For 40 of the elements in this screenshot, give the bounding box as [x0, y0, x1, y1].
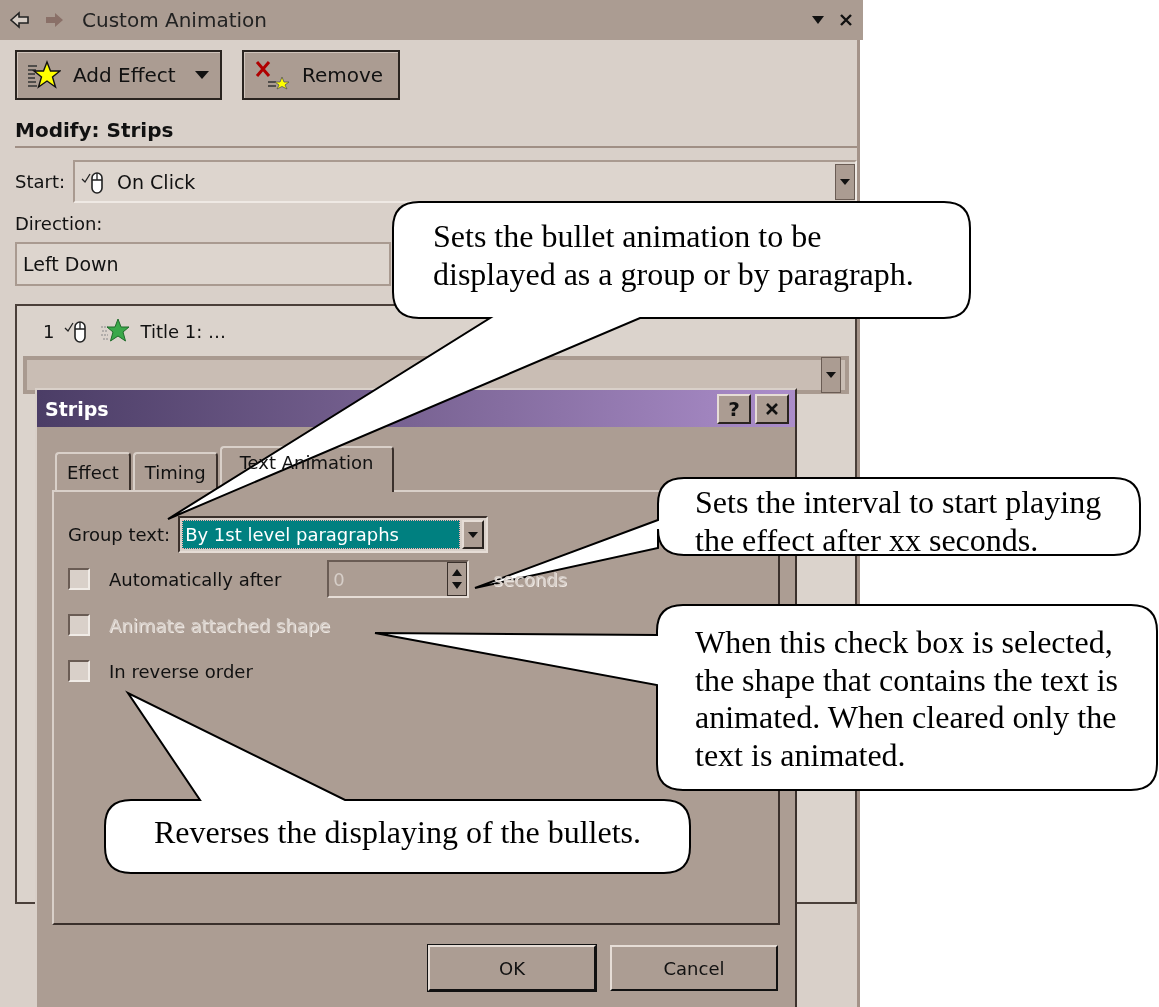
callout-text: Sets the bullet animation to be displayed as a group or by paragraph.	[433, 218, 915, 293]
dropdown-button[interactable]	[835, 163, 855, 200]
caret-icon	[194, 70, 210, 80]
close-icon[interactable]	[839, 13, 853, 27]
checkbox[interactable]	[68, 568, 90, 590]
field-label: Direction:	[15, 213, 103, 234]
section-heading: Modify: Strips	[15, 118, 857, 148]
tab[interactable]: Timing	[132, 452, 218, 490]
star-icon	[100, 318, 131, 344]
remove-effect-icon	[254, 60, 290, 90]
cancel-button[interactable]: Cancel	[610, 945, 778, 991]
close-icon	[765, 401, 779, 416]
ok-button[interactable]: OK	[428, 945, 596, 991]
dropdown-arrow-icon[interactable]	[811, 15, 825, 25]
tab[interactable]: Effect	[55, 452, 131, 490]
back-arrow-icon[interactable]	[10, 11, 30, 29]
star-icon	[27, 60, 61, 90]
group-text-dropdown[interactable]: By 1st level paragraphs	[178, 516, 489, 553]
direction-dropdown[interactable]: Left Down	[15, 242, 391, 286]
remove-button[interactable]: Remove	[242, 50, 400, 100]
callout-text: Reverses the displaying of the bullets.	[153, 814, 642, 852]
callout-text: Sets the interval to start playing the effect after xx seconds.	[695, 484, 1103, 559]
dropdown-arrow-icon	[467, 530, 480, 539]
effect-list-item[interactable]: 1 Title 1: …	[23, 316, 849, 346]
field-label: Start:	[15, 171, 66, 192]
checkbox-label: Animate attached shape	[109, 614, 331, 636]
dropdown-button[interactable]	[821, 357, 841, 393]
field-label: Group text:	[68, 524, 171, 545]
pane-title: Custom Animation	[82, 8, 267, 32]
callout-text: When this check box is selected, the shape that contains the text is animated. When cleared only the text is animated.	[695, 624, 1119, 774]
help-button[interactable]: ?	[717, 393, 751, 424]
dropdown-arrow-icon	[825, 371, 837, 379]
checkbox-label: Automatically after	[109, 568, 282, 590]
checkbox[interactable]	[68, 660, 90, 682]
dialog-title: Strips	[45, 397, 110, 420]
add-effect-button[interactable]: Add Effect	[15, 50, 222, 100]
close-button[interactable]	[755, 393, 789, 424]
checkbox-label: In reverse order	[109, 660, 253, 682]
start-dropdown[interactable]: On Click	[73, 160, 857, 203]
dropdown-arrow-icon	[839, 177, 851, 186]
